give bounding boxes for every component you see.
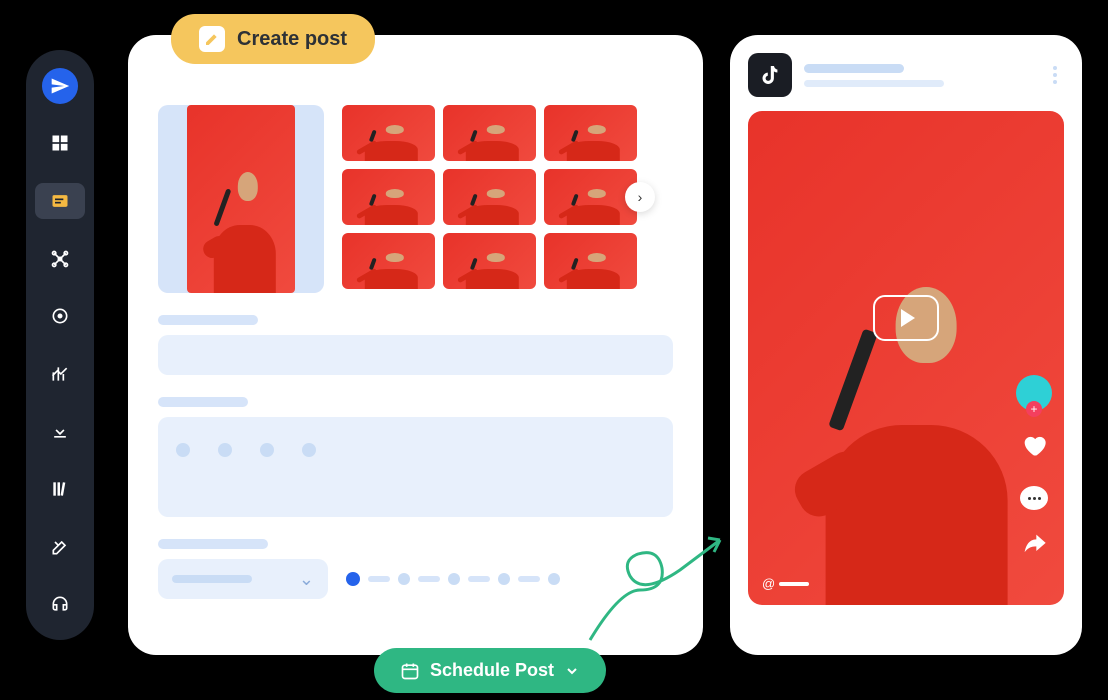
tiktok-icon bbox=[748, 53, 792, 97]
textarea-skeleton[interactable] bbox=[158, 417, 673, 517]
nav-send-icon[interactable] bbox=[42, 68, 78, 104]
field-label-skeleton bbox=[158, 539, 268, 549]
option-dot bbox=[302, 443, 316, 457]
video-actions bbox=[1016, 375, 1052, 565]
select-dropdown[interactable] bbox=[158, 559, 328, 599]
schedule-post-button[interactable]: Schedule Post bbox=[374, 648, 606, 693]
media-thumb[interactable] bbox=[342, 105, 435, 161]
media-thumb[interactable] bbox=[443, 233, 536, 289]
media-thumb[interactable] bbox=[342, 233, 435, 289]
schedule-post-label: Schedule Post bbox=[430, 660, 554, 681]
step-connector bbox=[468, 576, 490, 582]
thumbnail-next-button[interactable]: › bbox=[625, 182, 655, 212]
media-thumb[interactable] bbox=[342, 169, 435, 225]
step-indicator bbox=[346, 572, 560, 586]
option-dot bbox=[260, 443, 274, 457]
sidebar-nav bbox=[26, 50, 94, 640]
comment-icon[interactable] bbox=[1020, 486, 1048, 510]
step-dot-active bbox=[346, 572, 360, 586]
create-post-label: Create post bbox=[237, 28, 347, 51]
media-thumbnail-grid: › bbox=[342, 105, 637, 289]
step-dot bbox=[448, 573, 460, 585]
step-connector bbox=[518, 576, 540, 582]
nav-network-icon[interactable] bbox=[42, 241, 78, 277]
nav-library-icon[interactable] bbox=[42, 471, 78, 507]
share-icon[interactable] bbox=[1020, 530, 1048, 565]
option-dot bbox=[176, 443, 190, 457]
more-options-icon[interactable] bbox=[1046, 66, 1064, 84]
pencil-icon bbox=[199, 26, 225, 52]
calendar-icon bbox=[400, 661, 420, 681]
option-dot bbox=[218, 443, 232, 457]
field-label-skeleton bbox=[158, 315, 258, 325]
video-preview: @ bbox=[748, 111, 1064, 605]
nav-download-icon[interactable] bbox=[42, 414, 78, 450]
play-button[interactable] bbox=[873, 295, 939, 341]
heart-icon[interactable] bbox=[1020, 431, 1048, 466]
field-label-skeleton bbox=[158, 397, 248, 407]
nav-dashboard-icon[interactable] bbox=[42, 126, 78, 162]
preview-header bbox=[748, 53, 1064, 97]
featured-media-tile[interactable] bbox=[158, 105, 324, 293]
step-connector bbox=[418, 576, 440, 582]
account-name-skeleton bbox=[804, 64, 1034, 87]
post-preview-panel: @ bbox=[730, 35, 1082, 655]
media-thumb[interactable] bbox=[544, 233, 637, 289]
chevron-down-icon bbox=[564, 663, 580, 679]
text-input-skeleton[interactable] bbox=[158, 335, 673, 375]
nav-analytics-icon[interactable] bbox=[42, 356, 78, 392]
media-thumb[interactable] bbox=[544, 169, 637, 225]
media-thumb[interactable] bbox=[544, 105, 637, 161]
media-thumb[interactable] bbox=[443, 105, 536, 161]
follow-avatar-button[interactable] bbox=[1016, 375, 1052, 411]
step-dot bbox=[548, 573, 560, 585]
create-post-tag: Create post bbox=[171, 14, 375, 64]
nav-tools-icon[interactable] bbox=[42, 529, 78, 565]
media-thumb[interactable] bbox=[443, 169, 536, 225]
nav-target-icon[interactable] bbox=[42, 298, 78, 334]
handle-label: @ bbox=[762, 576, 809, 591]
post-editor-panel: › bbox=[128, 35, 703, 655]
nav-posts-icon[interactable] bbox=[35, 183, 85, 219]
step-dot bbox=[398, 573, 410, 585]
step-connector bbox=[368, 576, 390, 582]
step-dot bbox=[498, 573, 510, 585]
nav-support-icon[interactable] bbox=[42, 586, 78, 622]
